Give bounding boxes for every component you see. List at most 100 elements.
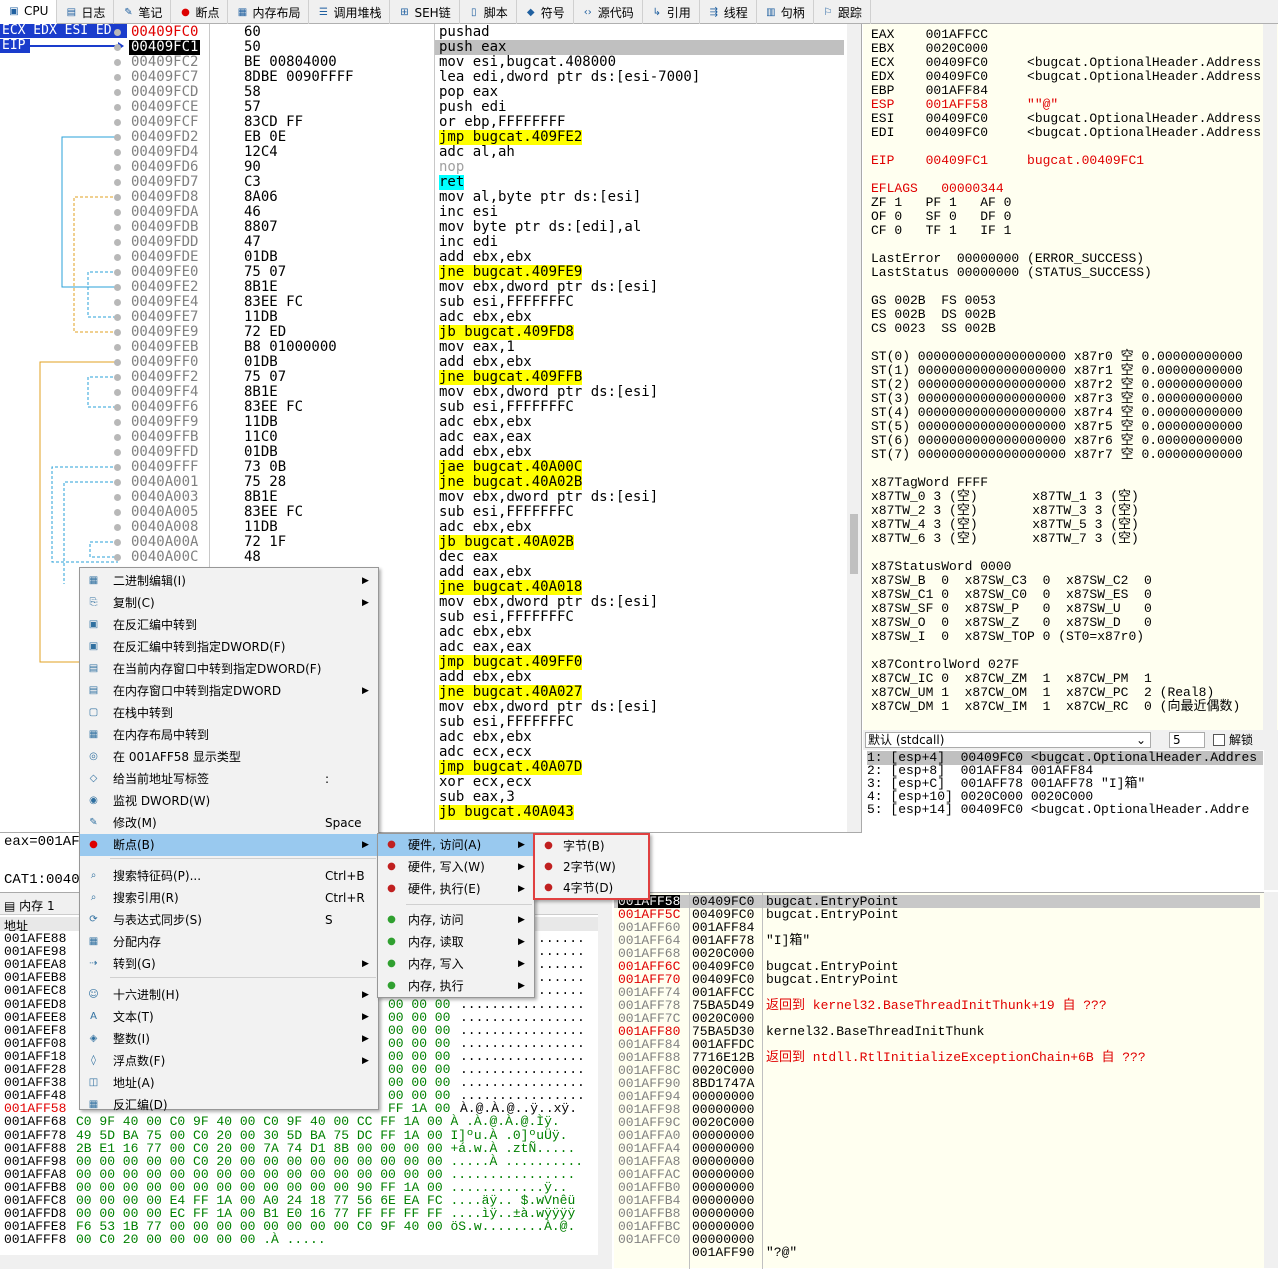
disasm-address[interactable]: 00409FD6 — [129, 160, 200, 175]
disasm-instruction[interactable]: adc ebx,ebx — [439, 730, 532, 745]
dump-address[interactable]: 001AFFF8 — [4, 1233, 66, 1246]
register-line[interactable]: x87ControlWord 027F — [871, 658, 1019, 672]
breakpoint-dot-icon[interactable] — [114, 209, 121, 216]
disasm-instruction[interactable]: push eax — [439, 40, 506, 55]
dump-hex[interactable]: 00 00 00 — [388, 1037, 450, 1050]
tab-seh[interactable]: ⊞ SEH链 — [390, 0, 460, 24]
call-arg-row[interactable]: 5: [esp+14] 00409FC0 <bugcat.OptionalHea… — [867, 803, 1249, 817]
disasm-instruction[interactable]: xor ecx,ecx — [439, 775, 532, 790]
breakpoint-dot-icon[interactable] — [114, 284, 121, 291]
dump-address[interactable]: 001AFF08 — [4, 1037, 66, 1050]
breakpoint-dot-icon[interactable] — [114, 479, 121, 486]
disasm-bytes[interactable]: 83EE FC — [244, 295, 303, 310]
dump-row-data[interactable]: F6 53 1B 77 00 00 00 00 00 00 00 00 C0 9… — [76, 1220, 575, 1233]
disasm-instruction[interactable]: adc ebx,ebx — [439, 415, 532, 430]
tab-callstack[interactable]: ☰ 调用堆栈 — [309, 0, 391, 24]
size-menu-item[interactable]: ● 2字节(W) — [535, 856, 648, 878]
register-line[interactable]: LastError 00000000 (ERROR_SUCCESS) — [871, 252, 1144, 266]
breakpoint-dot-icon[interactable] — [114, 149, 121, 156]
disasm-address[interactable]: 00409FD7 — [129, 175, 200, 190]
disasm-address[interactable]: 00409FC0 — [129, 25, 200, 40]
menu-item-integer[interactable]: ◈ 整数(I) ▶ — [80, 1028, 378, 1050]
disasm-address[interactable]: 00409FE4 — [129, 295, 200, 310]
disasm-instruction[interactable]: lea edi,dword ptr ds:[esi-7000] — [439, 70, 700, 85]
disasm-instruction[interactable]: add ebx,ebx — [439, 445, 532, 460]
menu-item-goto[interactable]: ⇢ 转到(G) ▶ — [80, 953, 378, 975]
disasm-bytes[interactable]: 01DB — [244, 250, 278, 265]
breakpoint-dot-icon[interactable] — [114, 164, 121, 171]
dump-address[interactable]: 001AFF28 — [4, 1063, 66, 1076]
register-line[interactable]: ZF 1 PF 1 AF 0 — [871, 196, 1011, 210]
disasm-bytes[interactable]: 72 ED — [244, 325, 286, 340]
disasm-bytes[interactable]: 47 — [244, 235, 261, 250]
dump-row-data[interactable]: 00 00 00 00 00 00 00 00 00 00 00 00 90 F… — [76, 1181, 567, 1194]
disasm-address[interactable]: 00409FE2 — [129, 280, 200, 295]
disasm-instruction[interactable]: inc edi — [439, 235, 498, 250]
breakpoint-dot-icon[interactable] — [114, 539, 121, 546]
stack-address[interactable]: 001AFFC0 — [618, 1233, 680, 1246]
bp-menu-item[interactable]: ● 硬件, 写入(W) ▶ — [378, 856, 534, 878]
disasm-instruction[interactable]: jne bugcat.40A027 — [439, 685, 583, 700]
breakpoint-dot-icon[interactable] — [114, 44, 121, 51]
disasm-address[interactable]: 00409FCD — [129, 85, 200, 100]
dump-address[interactable]: 001AFED8 — [4, 998, 66, 1011]
dump-ascii[interactable]: ................ — [460, 1063, 585, 1076]
disasm-instruction[interactable]: dec eax — [439, 550, 498, 565]
register-line[interactable]: x87TW_2 3 (空) x87TW_3 3 (空) — [871, 504, 1139, 518]
disasm-bytes[interactable]: 01DB — [244, 445, 278, 460]
breakpoint-dot-icon[interactable] — [114, 179, 121, 186]
breakpoint-dot-icon[interactable] — [114, 389, 121, 396]
disasm-bytes[interactable]: 01DB — [244, 355, 278, 370]
register-line[interactable]: CS 0023 SS 002B — [871, 322, 996, 336]
dump-ascii[interactable]: ................ — [460, 1037, 585, 1050]
disasm-instruction[interactable]: jb bugcat.40A043 — [439, 805, 574, 820]
breakpoint-dot-icon[interactable] — [114, 134, 121, 141]
dump-address[interactable]: 001AFFA8 — [4, 1168, 66, 1181]
dump-ascii[interactable]: ................ — [460, 1011, 585, 1024]
disasm-instruction[interactable]: mov ebx,dword ptr ds:[esi] — [439, 280, 658, 295]
register-line[interactable]: ST(1) 0000000000000000000 x87r1 空 0.0000… — [871, 364, 1243, 378]
disasm-bytes[interactable]: 8B1E — [244, 385, 278, 400]
dump-row-data[interactable]: 00 00 00 00 00 00 00 00 00 00 00 00 00 0… — [76, 1168, 575, 1181]
disasm-address[interactable]: 00409FD2 — [129, 130, 200, 145]
register-line[interactable]: ST(3) 0000000000000000000 x87r3 空 0.0000… — [871, 392, 1243, 406]
disasm-bytes[interactable]: 73 0B — [244, 460, 286, 475]
dump-hex[interactable]: 00 00 00 — [388, 1050, 450, 1063]
args-scrollbar[interactable] — [1264, 750, 1278, 890]
tab-notes[interactable]: ✎ 笔记 — [114, 0, 172, 24]
breakpoint-dot-icon[interactable] — [114, 374, 121, 381]
tab-log[interactable]: ▤ 日志 — [57, 0, 115, 24]
dump-address[interactable]: 001AFFE8 — [4, 1220, 66, 1233]
dump-hex[interactable]: 00 00 00 — [388, 998, 450, 1011]
dump-address[interactable]: 001AFEE8 — [4, 1011, 66, 1024]
breakpoint-dot-icon[interactable] — [114, 119, 121, 126]
register-line[interactable]: EDX 00409FC0 <bugcat.OptionalHeader.Addr… — [871, 70, 1261, 84]
disasm-address[interactable]: 00409FF2 — [129, 370, 200, 385]
disasm-instruction[interactable]: mov esi,bugcat.408000 — [439, 55, 616, 70]
bp-menu-item[interactable]: ● 内存, 写入 ▶ — [378, 953, 534, 975]
disasm-instruction[interactable]: sub esi,FFFFFFFC — [439, 295, 574, 310]
register-line[interactable]: x87SW_B 0 x87SW_C3 0 x87SW_C2 0 — [871, 574, 1152, 588]
disasm-bytes[interactable]: 46 — [244, 205, 261, 220]
disasm-instruction[interactable]: adc ebx,ebx — [439, 520, 532, 535]
register-line[interactable]: EFLAGS 00000344 — [871, 182, 1004, 196]
register-line[interactable]: x87CW_IC 0 x87CW_ZM 1 x87CW_PM 1 — [871, 672, 1152, 686]
disasm-instruction[interactable]: mov ebx,dword ptr ds:[esi] — [439, 595, 658, 610]
register-line[interactable]: x87SW_C1 0 x87SW_C0 0 x87SW_ES 0 — [871, 588, 1152, 602]
scroll-thumb[interactable] — [850, 514, 858, 574]
menu-item-copy[interactable]: ⎘ 复制(C) ▶ — [80, 592, 378, 614]
disasm-bytes[interactable]: 8807 — [244, 220, 278, 235]
menu-item-label[interactable]: ◇ 给当前地址写标签: — [80, 768, 378, 790]
tab-cpu[interactable]: ▣ CPU — [0, 0, 58, 24]
disasm-instruction[interactable]: jb bugcat.40A02B — [439, 535, 574, 550]
disasm-bytes[interactable]: 75 07 — [244, 370, 286, 385]
disasm-address[interactable]: 00409FEB — [129, 340, 200, 355]
disasm-bytes[interactable]: 11DB — [244, 520, 278, 535]
dump-address[interactable]: 001AFF88 — [4, 1142, 66, 1155]
dump-address[interactable]: 001AFF18 — [4, 1050, 66, 1063]
register-line[interactable]: ST(5) 0000000000000000000 x87r5 空 0.0000… — [871, 420, 1243, 434]
disasm-bytes[interactable]: 58 — [244, 85, 261, 100]
disasm-address[interactable]: 00409FFF — [129, 460, 200, 475]
disasm-address[interactable]: 00409FC2 — [129, 55, 200, 70]
dump-hex[interactable]: 00 00 00 — [388, 1076, 450, 1089]
